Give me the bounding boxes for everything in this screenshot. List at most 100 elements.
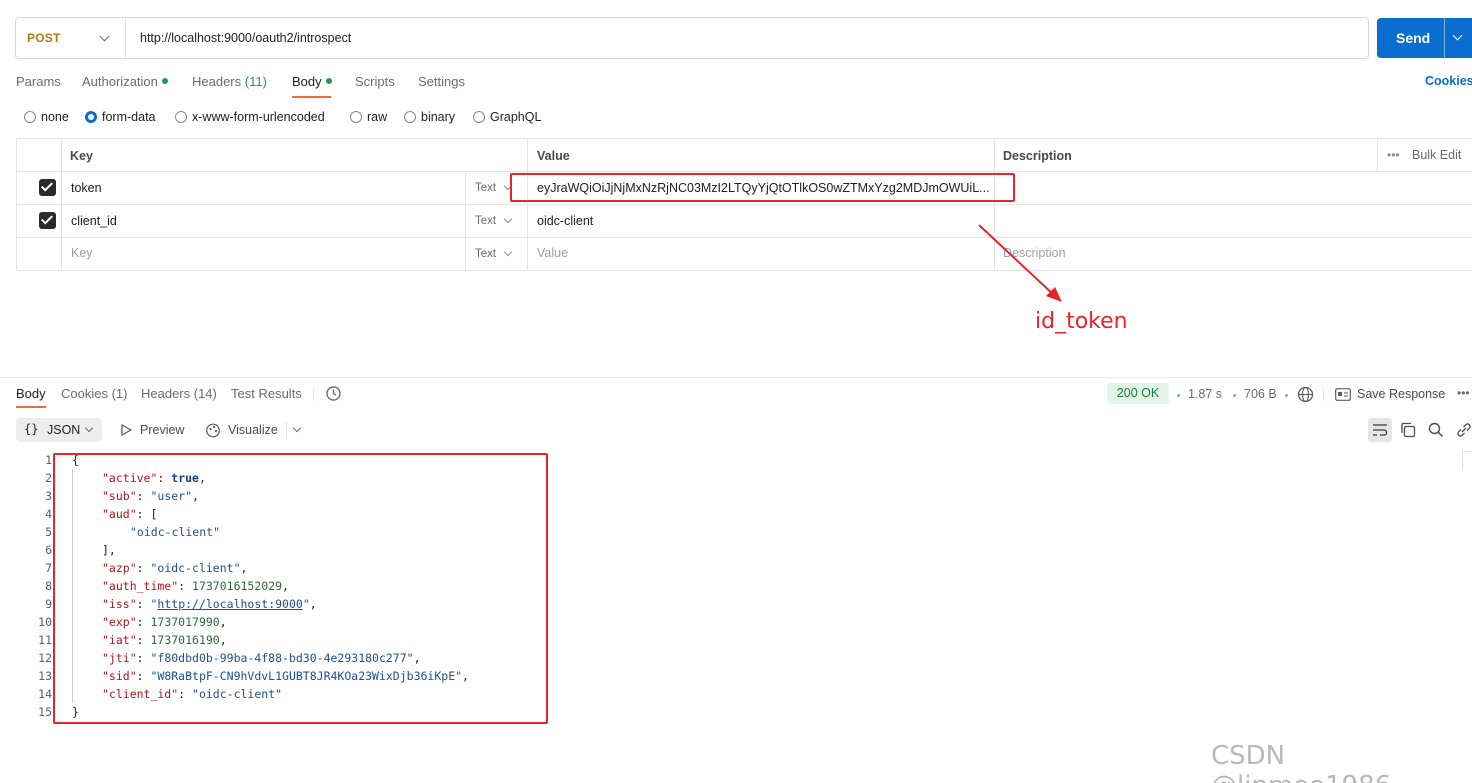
column-header-description: Description bbox=[1003, 149, 1072, 163]
chevron-down-icon bbox=[99, 31, 110, 42]
table-divider bbox=[16, 171, 1472, 172]
radio-circle-icon bbox=[175, 111, 187, 123]
tab-scripts[interactable]: Scripts bbox=[355, 74, 395, 89]
radio-label: x-www-form-urlencoded bbox=[192, 110, 325, 124]
param-type-select[interactable]: Text bbox=[475, 247, 513, 260]
table-divider bbox=[16, 237, 1472, 238]
status-dot-icon bbox=[161, 78, 168, 84]
line-number: 13 bbox=[38, 669, 52, 683]
tab-authorization[interactable]: Authorization bbox=[82, 74, 168, 89]
line-number: 5 bbox=[45, 525, 52, 539]
preview-button[interactable]: Preview bbox=[140, 423, 184, 437]
response-tab-body[interactable]: Body bbox=[16, 386, 46, 401]
chevron-down-icon bbox=[503, 247, 513, 257]
link-icon[interactable] bbox=[1455, 422, 1472, 438]
url-bar: POST http://localhost:9000/oauth2/intros… bbox=[15, 17, 1369, 59]
table-divider bbox=[61, 138, 62, 271]
param-value[interactable]: oidc-client bbox=[537, 214, 593, 228]
history-icon[interactable] bbox=[325, 385, 342, 402]
radio-form-data[interactable]: form-data bbox=[85, 110, 156, 124]
param-key[interactable]: client_id bbox=[71, 214, 117, 228]
tab-headers-count: (11) bbox=[244, 74, 267, 89]
radio-label: form-data bbox=[102, 110, 156, 124]
line-number: 10 bbox=[38, 615, 52, 629]
annotation-label: id_token bbox=[1035, 309, 1128, 334]
response-tab-cookies[interactable]: Cookies (1) bbox=[61, 386, 127, 401]
row-checkbox[interactable] bbox=[39, 212, 56, 229]
send-divider bbox=[1444, 18, 1445, 58]
line-number: 14 bbox=[38, 687, 52, 701]
chevron-down-icon bbox=[84, 423, 94, 433]
response-tab-test-results[interactable]: Test Results bbox=[231, 386, 302, 401]
tab-body[interactable]: Body bbox=[292, 74, 332, 89]
search-icon[interactable] bbox=[1428, 422, 1444, 438]
tab-headers[interactable]: Headers (11) bbox=[192, 74, 267, 89]
tab-params[interactable]: Params bbox=[16, 74, 61, 89]
tab-settings[interactable]: Settings bbox=[418, 74, 465, 89]
radio-label: raw bbox=[367, 110, 388, 124]
line-number: 3 bbox=[45, 489, 52, 503]
bulk-edit-button[interactable]: Bulk Edit bbox=[1412, 148, 1461, 162]
annotation-arrow-icon bbox=[978, 224, 1062, 302]
chevron-down-icon[interactable] bbox=[292, 423, 302, 433]
active-tab-indicator bbox=[16, 406, 46, 408]
row-checkbox[interactable] bbox=[39, 179, 56, 196]
visualize-icon bbox=[206, 423, 220, 438]
line-number: 6 bbox=[45, 543, 52, 557]
value-placeholder[interactable]: Value bbox=[537, 246, 568, 260]
wrap-icon bbox=[1373, 424, 1388, 436]
send-label: Send bbox=[1396, 30, 1431, 46]
column-header-value: Value bbox=[537, 149, 570, 163]
param-type-label: Text bbox=[475, 248, 497, 260]
line-number: 7 bbox=[45, 561, 52, 575]
column-header-key: Key bbox=[70, 149, 93, 163]
toolbar-divider bbox=[1323, 387, 1324, 401]
param-key[interactable]: token bbox=[71, 181, 102, 195]
format-select[interactable]: {} JSON bbox=[16, 418, 102, 442]
send-button[interactable]: Send bbox=[1377, 18, 1472, 58]
separator-dot bbox=[1177, 394, 1180, 397]
radio-graphql[interactable]: GraphQL bbox=[473, 110, 541, 124]
copy-icon[interactable] bbox=[1400, 422, 1416, 438]
url-input[interactable]: http://localhost:9000/oauth2/introspect bbox=[140, 31, 351, 45]
radio-selected-icon bbox=[85, 111, 97, 123]
separator-dot bbox=[1285, 394, 1288, 397]
radio-circle-icon bbox=[350, 111, 362, 123]
more-icon[interactable]: ••• bbox=[1387, 148, 1400, 162]
cookies-link[interactable]: Cookies bbox=[1425, 74, 1472, 88]
method-select[interactable]: POST bbox=[16, 18, 126, 58]
radio-none[interactable]: none bbox=[24, 110, 69, 124]
key-placeholder[interactable]: Key bbox=[71, 246, 93, 260]
line-number: 8 bbox=[45, 579, 52, 593]
scrollbar[interactable] bbox=[1462, 451, 1472, 469]
pane-divider[interactable] bbox=[0, 377, 1472, 378]
radio-urlencoded[interactable]: x-www-form-urlencoded bbox=[175, 110, 325, 124]
radio-circle-icon bbox=[473, 111, 485, 123]
radio-binary[interactable]: binary bbox=[404, 110, 455, 124]
globe-icon[interactable] bbox=[1297, 386, 1314, 403]
table-divider bbox=[465, 171, 466, 271]
checkmark-icon bbox=[40, 212, 54, 225]
table-divider bbox=[1377, 138, 1378, 172]
radio-label: binary bbox=[421, 110, 456, 124]
braces-icon: {} bbox=[24, 422, 39, 436]
radio-raw[interactable]: raw bbox=[350, 110, 387, 124]
more-icon[interactable]: ••• bbox=[1457, 386, 1470, 400]
status-badge: 200 OK bbox=[1107, 383, 1169, 404]
visualize-button[interactable]: Visualize bbox=[228, 423, 278, 437]
line-number: 12 bbox=[38, 651, 52, 665]
response-tab-headers[interactable]: Headers (14) bbox=[141, 386, 217, 401]
response-size: 706 B bbox=[1244, 387, 1277, 401]
param-type-select[interactable]: Text bbox=[475, 181, 513, 194]
chevron-down-icon bbox=[503, 214, 513, 224]
param-type-select[interactable]: Text bbox=[475, 214, 513, 227]
highlight-box bbox=[510, 173, 1015, 202]
status-dot-icon bbox=[325, 78, 332, 84]
wrap-lines-button[interactable] bbox=[1368, 418, 1392, 442]
radio-circle-icon bbox=[24, 111, 36, 123]
save-response-icon bbox=[1335, 388, 1351, 401]
radio-label: GraphQL bbox=[490, 110, 542, 124]
watermark: CSDN @linmoo1986 bbox=[1211, 741, 1391, 783]
save-response-button[interactable]: Save Response bbox=[1357, 387, 1445, 401]
chevron-down-icon[interactable] bbox=[1452, 30, 1463, 41]
